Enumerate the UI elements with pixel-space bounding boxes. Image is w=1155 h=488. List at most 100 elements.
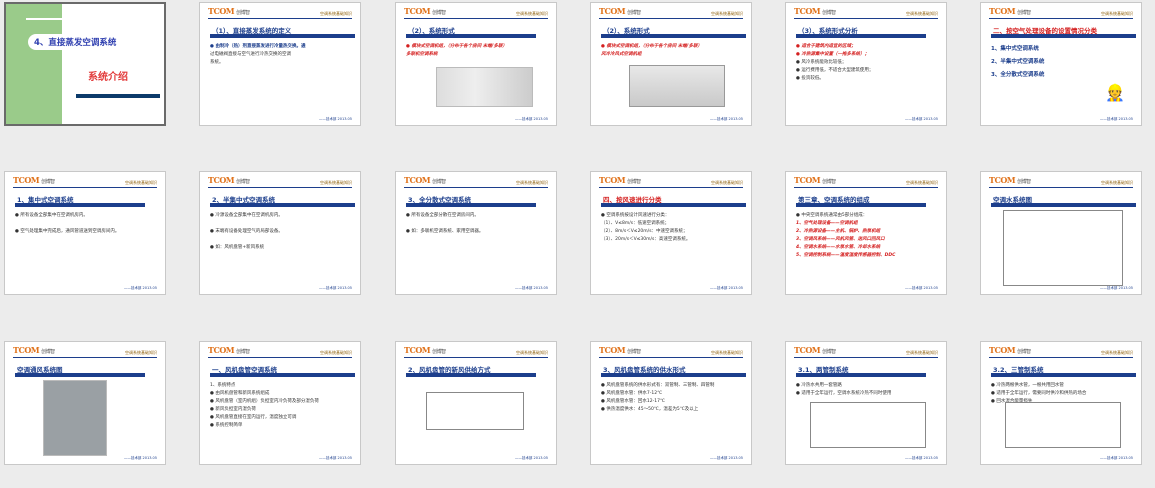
logo-brand: TCOM (794, 345, 821, 355)
slide-thumbnail[interactable]: TCOM 创博智 空调系统基础知识 2、风机盘管的新风供给方式 ——技术部 2013.0… (395, 341, 557, 465)
slide-footer: ——技术部 2013.05 (318, 286, 352, 290)
title-bar (15, 373, 145, 377)
header-caption: 空调系统基础知识 (711, 350, 743, 355)
logo-brand: TCOM (794, 6, 821, 16)
slide-body: ● 中央空调系统通常由5部分组成： 1、空气处理设备——空调机组 2、冷热源设备——… (796, 212, 940, 260)
slide-thumbnail[interactable]: TCOM 创博智 空调系统基础知识 二、按空气处理设备的设置情况分类 1、集中式空调系统… (980, 2, 1142, 126)
body-line: ● 冷热源集中设置（一拖多系统）； (796, 52, 869, 57)
header-caption: 空调系统基础知识 (906, 11, 938, 16)
company-logo: TCOM 创博智 (404, 6, 446, 16)
slide-body: ● 冷源设备全部集中在空调机房内。 ● 末端有设备处理空气的局部设备。 ● 如：… (210, 212, 354, 252)
slide-footer: ——技术部 2013.05 (1099, 456, 1133, 460)
header-caption: 空调系统基础知识 (1101, 350, 1133, 355)
body-line: 1、集中式空调系统 (991, 46, 1039, 52)
slide-figure (1003, 210, 1123, 286)
header-caption: 空调系统基础知识 (516, 350, 548, 355)
slide-footer: ——技术部 2013.05 (709, 117, 743, 121)
slide-body: ● 模块式空调机组，（分布于各个房间 末端/多联） 风冷冷风式空调机组 (601, 43, 745, 59)
slide-thumbnail[interactable]: TCOM 创博智 空调系统基础知识 （2）、系统形式 ● 模块式空调机组，（分布于各个房… (590, 2, 752, 126)
logo-brand-cn: 创博智 (627, 10, 641, 16)
company-logo: TCOM 创博智 (989, 6, 1031, 16)
slide-thumbnail[interactable]: TCOM 创博智 空调系统基础知识 3、全分散式空调系统 ● 所有设备全部分散在空调房间… (395, 171, 557, 295)
body-line: ● 由制冷（热）剂直接蒸发进行冷量热交换。通 (210, 44, 306, 49)
body-line: 1、系统特点 (210, 383, 236, 388)
header-rule (208, 18, 352, 19)
slide-footer: ——技术部 2013.05 (123, 456, 157, 460)
slide-thumbnail[interactable]: TCOM 创博智 空调系统基础知识 四、按风速进行分类 ● 空调系统按设计风速进行分类：… (590, 171, 752, 295)
body-line: （2）、8m/s＜V≤20m/s：中速空调系统； (601, 229, 688, 234)
slide-body: ● 冷热水共用一套管路 ● 适用于全年运行，空调水系统冷热不同时使用 (796, 382, 940, 398)
header-caption: 空调系统基础知识 (320, 350, 352, 355)
company-logo: TCOM 创博智 (794, 175, 836, 185)
slide-thumbnail[interactable]: TCOM 创博智 空调系统基础知识 （3）、系统形式分析 ● 适合于建筑内适宜的区域； ●… (785, 2, 947, 126)
slide-footer: ——技术部 2013.05 (709, 286, 743, 290)
slide-thumbnail[interactable]: 4、直接蒸发空调系统 系统介绍 (4, 2, 166, 126)
header-rule (989, 18, 1133, 19)
slide-body: ● 风机盘管系统的供水形式有：双管制、三管制、四管制 ● 风机盘管水管：供水7-1… (601, 382, 745, 414)
slide-footer: ——技术部 2013.05 (709, 456, 743, 460)
slide-thumbnail[interactable]: TCOM 创博智 空调系统基础知识 空调通风系统图 ——技术部 2013.05 (4, 341, 166, 465)
body-line: ● 空调系统按设计风速进行分类： (601, 213, 670, 218)
body-line: 3、空调风系统——风机风管、送风口回风口 (796, 237, 885, 242)
logo-brand-cn: 创博智 (822, 10, 836, 16)
logo-brand: TCOM (208, 175, 235, 185)
logo-brand-cn: 创博智 (236, 10, 250, 16)
logo-brand: TCOM (599, 6, 626, 16)
slide-footer: ——技术部 2013.05 (318, 456, 352, 460)
slide-thumbnail[interactable]: TCOM 创博智 空调系统基础知识 （2）、系统形式 ● 模块式空调机组，（分布于各个房… (395, 2, 557, 126)
worker-icon: 👷 (1105, 83, 1125, 102)
slide-body: ● 所有设备全部集中在空调机房内。 ● 空气处理集中完成后，通风管道送到空调房间… (15, 212, 159, 236)
company-logo: TCOM 创博智 (208, 175, 250, 185)
logo-brand: TCOM (404, 175, 431, 185)
body-line: ● 风机盘管水管：回水12-17℃ (601, 399, 665, 404)
body-line: ● 如：风机盘管+新风系统 (210, 245, 265, 250)
cover-rule (26, 18, 162, 20)
slide-figure (43, 380, 107, 456)
company-logo: TCOM 创博智 (599, 6, 641, 16)
body-line: ● 系统控制简单 (210, 423, 243, 428)
slide-thumbnail[interactable]: TCOM 创博智 空调系统基础知识 3.2、三管制系统 ● 冷热两根供水管，一根共用回水… (980, 341, 1142, 465)
slide-footer: ——技术部 2013.05 (904, 286, 938, 290)
header-rule (208, 357, 352, 358)
header-caption: 空调系统基础知识 (125, 350, 157, 355)
slide-thumbnail[interactable]: TCOM 创博智 空调系统基础知识 3.1、两管制系统 ● 冷热水共用一套管路 ● 适用于… (785, 341, 947, 465)
logo-brand: TCOM (404, 345, 431, 355)
company-logo: TCOM 创博智 (404, 175, 446, 185)
body-line: ● 冷热两根供水管，一根共用回水管 (991, 383, 1064, 388)
slide-thumbnail[interactable]: TCOM 创博智 空调系统基础知识 一、风机盘管空调系统 1、系统特点 ● 由风机盘管和新… (199, 341, 361, 465)
logo-brand-cn: 创博智 (1017, 10, 1031, 16)
slide-thumbnail[interactable]: TCOM 创博智 空调系统基础知识 空调水系统图 ——技术部 2013.05 (980, 171, 1142, 295)
header-rule (404, 18, 548, 19)
logo-brand-cn: 创博智 (236, 179, 250, 185)
logo-brand: TCOM (13, 345, 40, 355)
body-line (210, 236, 354, 244)
logo-brand: TCOM (404, 6, 431, 16)
header-rule (208, 187, 352, 188)
slide-body: ● 空调系统按设计风速进行分类： （1）、V≤8m/s：低速空调系统； （2）、8m… (601, 212, 745, 244)
slide-thumbnail[interactable]: TCOM 创博智 空调系统基础知识 第三章、空调系统的组成 ● 中央空调系统通常由5部分… (785, 171, 947, 295)
logo-brand: TCOM (989, 6, 1016, 16)
header-rule (794, 18, 938, 19)
slide-thumbnail[interactable]: TCOM 创博智 空调系统基础知识 （1）、直接蒸发系统的定义 ● 由制冷（热）剂直接蒸… (199, 2, 361, 126)
company-logo: TCOM 创博智 (13, 175, 55, 185)
header-caption: 空调系统基础知识 (711, 11, 743, 16)
body-line: 2、半集中式空调系统 (991, 59, 1045, 65)
body-line: 风冷冷风式空调机组 (601, 52, 642, 57)
slide-body: ● 由制冷（热）剂直接蒸发进行冷量热交换。通 过电磁阀直接与空气进行冷热交换的空调… (210, 43, 354, 67)
slide-thumbnail[interactable]: TCOM 创博智 空调系统基础知识 3、风机盘管系统的供水形式 ● 风机盘管系统的供水形… (590, 341, 752, 465)
header-caption: 空调系统基础知识 (906, 350, 938, 355)
slide-thumbnail[interactable]: TCOM 创博智 空调系统基础知识 1、集中式空调系统 ● 所有设备全部集中在空调机房内… (4, 171, 166, 295)
body-line: ● 供热温度供水：45～50℃，温差为5℃及以上 (601, 407, 699, 412)
logo-brand-cn: 创博智 (1017, 349, 1031, 355)
header-rule (989, 357, 1133, 358)
slide-figure (436, 67, 533, 107)
company-logo: TCOM 创博智 (599, 345, 641, 355)
logo-brand-cn: 创博智 (822, 179, 836, 185)
slide-thumbnail[interactable]: TCOM 创博智 空调系统基础知识 2、半集中式空调系统 ● 冷源设备全部集中在空调机房… (199, 171, 361, 295)
header-rule (404, 357, 548, 358)
body-line: ● 由风机盘管和新风系统组成 (210, 391, 270, 396)
logo-brand-cn: 创博智 (41, 179, 55, 185)
slide-figure (629, 65, 725, 107)
slide-footer: ——技术部 2013.05 (318, 117, 352, 121)
logo-brand: TCOM (208, 345, 235, 355)
